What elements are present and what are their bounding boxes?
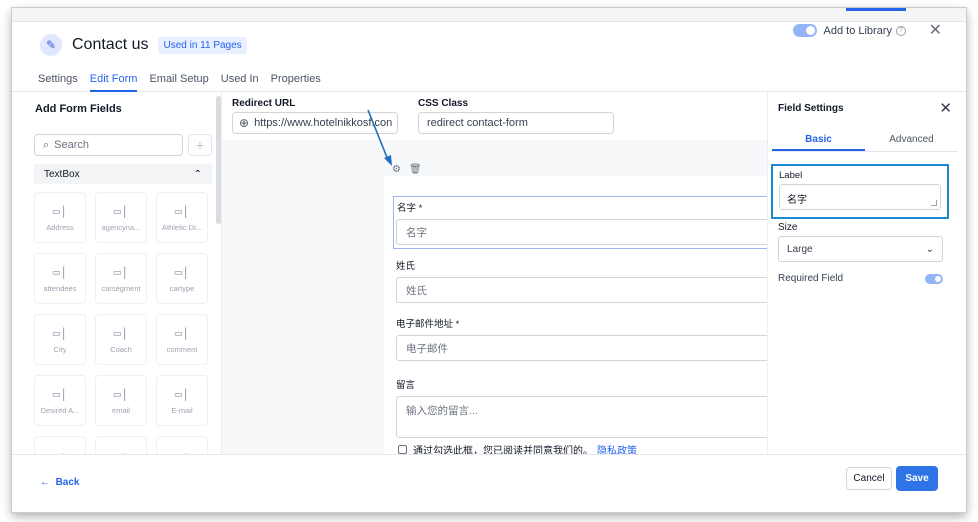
tab-advanced[interactable]: Advanced — [865, 130, 958, 151]
group-title: TextBox — [44, 168, 80, 180]
cancel-button[interactable]: Cancel — [846, 467, 892, 490]
size-select[interactable]: Large ⌄ — [778, 236, 943, 262]
textbox-icon: ▭| — [174, 325, 190, 340]
tab-used-in[interactable]: Used In — [221, 68, 259, 92]
textbox-icon: ▭| — [52, 325, 68, 340]
help-icon[interactable]: ? — [896, 25, 906, 36]
back-button[interactable]: ← Back — [40, 477, 79, 488]
field-settings-tabs: Basic Advanced — [772, 130, 958, 152]
field-card[interactable]: ▭| — [34, 436, 86, 454]
field-card[interactable]: ▭| E-mail — [156, 375, 208, 426]
required-caption: Required Field — [778, 273, 844, 284]
field-toolbar: ⚙ 🗑 — [392, 164, 430, 175]
agree-checkbox[interactable] — [398, 445, 407, 454]
chevron-up-icon: ⌃ — [193, 168, 202, 180]
size-caption: Size — [778, 222, 798, 233]
privacy-policy-link[interactable]: 隐私政策 — [597, 442, 637, 454]
add-to-library-toggle[interactable] — [792, 24, 817, 37]
textbox-icon: ▭| — [113, 386, 129, 401]
label-caption: Label — [779, 170, 803, 181]
field-card[interactable]: ▭| Address — [34, 192, 86, 243]
arrow-left-icon: ← — [40, 477, 50, 488]
textbox-icon: ▭| — [174, 264, 190, 279]
close-icon[interactable]: ✕ — [939, 99, 952, 117]
panel-title: Add Form Fields — [35, 103, 122, 115]
field-card[interactable]: ▭| — [156, 436, 208, 454]
top-accent-line — [846, 8, 906, 11]
label-setting: Label 名字 — [771, 164, 949, 219]
field-card[interactable]: ▭| City — [34, 314, 86, 365]
textbox-icon: ▭| — [174, 386, 190, 401]
form-config-bar: Redirect URL ⊕ https://www.hotelnikkosf.… — [222, 92, 767, 140]
form-field-last-name[interactable]: 姓氏 姓氏 — [396, 258, 767, 303]
field-card[interactable]: ▭| Desired A... — [34, 375, 86, 426]
textbox-icon: ▭| — [113, 325, 129, 340]
top-strip — [12, 8, 966, 22]
edit-pencil-icon: ✎ — [40, 34, 62, 56]
tab-properties[interactable]: Properties — [271, 68, 321, 92]
editor-footer: ← Back Cancel Save — [12, 454, 966, 512]
add-form-fields-panel: Add Form Fields ⌕ Search + TextBox ⌃ ▭| A… — [12, 92, 222, 454]
trash-icon[interactable]: 🗑 — [409, 164, 422, 175]
agreement-text: 通过勾选此框，您已阅读并同意我们的。 — [413, 446, 593, 454]
field-card[interactable]: ▭| email — [95, 375, 147, 426]
form-canvas: Redirect URL ⊕ https://www.hotelnikkosf.… — [222, 92, 767, 454]
size-value: Large — [787, 243, 813, 255]
add-to-library-label: Add to Library — [823, 24, 892, 37]
textbox-icon: ▭| — [113, 264, 129, 279]
tab-edit-form[interactable]: Edit Form — [89, 68, 138, 92]
field-settings-panel: Field Settings ✕ Basic Advanced Label 名字… — [767, 92, 966, 454]
search-icon: ⌕ — [43, 138, 50, 151]
redirect-url-label: Redirect URL — [232, 98, 296, 109]
field-card[interactable]: ▭| comment — [156, 314, 208, 365]
tab-email-setup[interactable]: Email Setup — [149, 68, 208, 92]
field-grid: ▭| Address ▭| agencyna... ▭| Athletic Di...… — [34, 192, 214, 454]
field-card[interactable]: ▭| cartype — [156, 253, 208, 304]
chevron-down-icon: ⌄ — [925, 243, 934, 255]
tab-basic[interactable]: Basic — [772, 130, 865, 151]
field-card[interactable]: ▭| carsegment — [95, 253, 147, 304]
search-input[interactable]: ⌕ Search — [34, 134, 183, 156]
field-card[interactable]: ▭| Athletic Di... — [156, 192, 208, 243]
save-button[interactable]: Save — [896, 466, 938, 491]
field-card[interactable]: ▭| attendees — [34, 253, 86, 304]
field-card[interactable]: ▭| Coach — [95, 314, 147, 365]
page-title: Contact us — [72, 36, 149, 53]
form-field-email[interactable]: 电子邮件地址 * 电子邮件 — [396, 316, 767, 361]
textbox-group-header[interactable]: TextBox ⌃ — [34, 164, 212, 184]
field-card[interactable]: ▭| — [95, 436, 147, 454]
textbox-icon: ▭| — [174, 203, 190, 218]
form-field-message[interactable]: 留言 输入您的留言... — [396, 377, 767, 438]
globe-icon: ⊕ — [239, 116, 250, 130]
form-editor-window: ✎ Contact us Used in 11 Pages Add to Lib… — [12, 8, 966, 512]
label-input[interactable]: 名字 — [779, 184, 941, 210]
required-field-row: Required Field — [778, 273, 943, 284]
close-icon[interactable]: ✕ — [929, 20, 942, 40]
textbox-icon: ▭| — [113, 203, 129, 218]
textbox-icon: ▭| — [52, 264, 68, 279]
required-field-toggle[interactable] — [925, 273, 943, 284]
tab-settings[interactable]: Settings — [38, 68, 78, 92]
field-card[interactable]: ▭| agencyna... — [95, 192, 147, 243]
editor-tabs: Settings Edit Form Email Setup Used In P… — [12, 68, 966, 92]
field-settings-title: Field Settings — [778, 103, 844, 114]
privacy-agreement: 通过勾选此框，您已阅读并同意我们的。 隐私政策 — [398, 442, 637, 454]
add-to-library: Add to Library ? — [792, 24, 906, 37]
textbox-icon: ▭| — [52, 386, 68, 401]
search-placeholder: Search — [54, 139, 90, 151]
annotation-arrow-icon — [367, 109, 392, 166]
panel-scrollbar[interactable] — [216, 96, 221, 224]
css-class-input[interactable]: redirect contact-form — [418, 112, 614, 134]
add-field-button[interactable]: + — [188, 134, 212, 156]
textbox-icon: ▭| — [52, 203, 68, 218]
usage-badge[interactable]: Used in 11 Pages — [158, 36, 247, 54]
css-class-label: CSS Class — [418, 98, 469, 109]
form-field-first-name[interactable]: 名字 * 名字 — [393, 196, 767, 249]
